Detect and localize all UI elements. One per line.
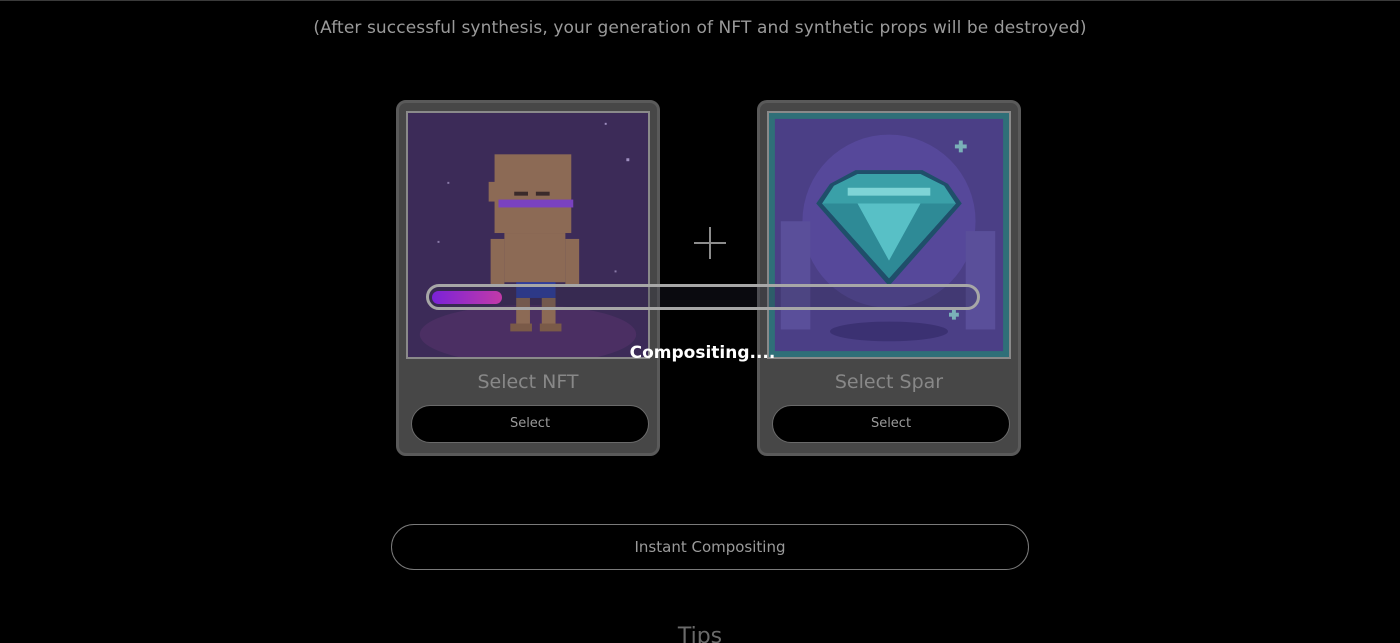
spar-image-frame[interactable] (767, 111, 1011, 359)
instant-compositing-button[interactable]: Instant Compositing (391, 524, 1029, 570)
nft-image-frame[interactable] (406, 111, 650, 359)
compositing-page: (After successful synthesis, your genera… (0, 0, 1400, 643)
select-spar-button[interactable]: Select (772, 405, 1010, 443)
top-divider (0, 0, 1400, 1)
select-nft-button[interactable]: Select (411, 405, 649, 443)
synthesis-notice: (After successful synthesis, your genera… (313, 18, 1087, 38)
pixel-diamond-icon (769, 113, 1009, 357)
nft-card: Select NFT Select (396, 100, 660, 456)
pixel-character-icon (408, 113, 648, 357)
spar-card-title: Select Spar (834, 371, 944, 393)
plus-icon (694, 227, 726, 259)
tips-heading: Tips (677, 624, 723, 643)
spar-card: Select Spar Select (757, 100, 1021, 456)
nft-card-title: Select NFT (477, 371, 579, 393)
